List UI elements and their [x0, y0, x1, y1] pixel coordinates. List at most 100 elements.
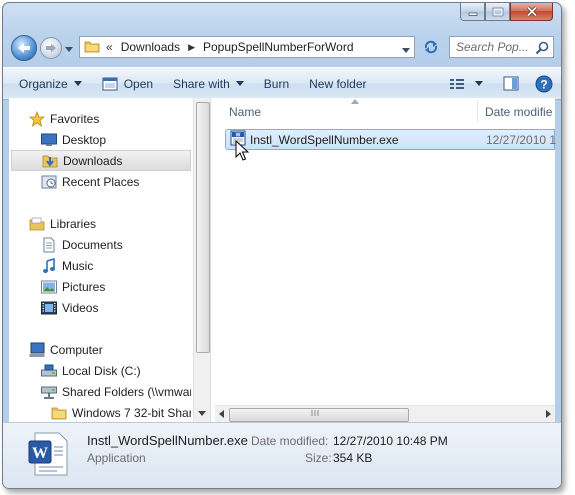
column-date-modified[interactable]: Date modifie — [485, 105, 552, 119]
svg-text:W: W — [32, 445, 48, 462]
star-icon — [29, 110, 45, 127]
close-icon — [526, 6, 537, 17]
burn-label: Burn — [263, 76, 290, 91]
burn-button[interactable]: Burn — [254, 68, 299, 99]
nav-shared-folders-label: Shared Folders (\\vmwar — [62, 384, 191, 399]
refresh-button[interactable] — [419, 36, 443, 58]
change-view-button[interactable] — [449, 77, 483, 91]
music-icon — [41, 257, 57, 274]
breadcrumb-popupspellnumberforword[interactable]: PopupSpellNumberForWord — [203, 40, 354, 54]
file-row[interactable]: W Instl_WordSpellNumber.exe 12/27/2010 1 — [225, 129, 556, 150]
nav-documents-label: Documents — [62, 237, 123, 252]
search-box[interactable] — [449, 36, 554, 58]
pictures-icon — [41, 279, 57, 295]
file-name: Instl_WordSpellNumber.exe — [250, 132, 399, 147]
application-icon — [102, 77, 118, 90]
downloads-folder-icon — [42, 153, 58, 169]
minimize-button[interactable] — [460, 3, 485, 21]
help-icon: ? — [535, 75, 553, 92]
nav-libraries[interactable]: Libraries — [29, 213, 96, 234]
chevron-down-icon — [73, 81, 82, 86]
nav-downloads-label: Downloads — [63, 153, 123, 168]
nav-windows7-share[interactable]: Windows 7 32-bit Share — [51, 402, 191, 422]
breadcrumb-downloads[interactable]: Downloads — [121, 40, 180, 54]
preview-pane-button[interactable] — [503, 76, 519, 91]
overflow-marker[interactable]: « — [106, 40, 113, 54]
nav-computer-label: Computer — [50, 342, 103, 357]
content-area: Favorites Desktop Downloads Recent Place… — [9, 98, 556, 422]
nav-local-disk[interactable]: Local Disk (C:) — [41, 360, 141, 381]
minimize-icon — [468, 12, 477, 16]
details-file-name: Instl_WordSpellNumber.exe — [87, 433, 248, 448]
forward-arrow-icon — [46, 43, 56, 53]
scroll-left-arrow-icon[interactable] — [219, 410, 224, 418]
scroll-down-arrow-icon[interactable] — [198, 411, 206, 416]
close-button[interactable] — [510, 3, 553, 21]
documents-icon — [41, 237, 57, 253]
details-file-type: Application — [87, 451, 146, 465]
videos-icon — [41, 300, 57, 316]
nav-pane-scrollbar[interactable] — [193, 98, 210, 422]
word-installer-large-icon: W — [28, 432, 68, 476]
nav-music-label: Music — [62, 258, 94, 273]
nav-documents[interactable]: Documents — [41, 234, 123, 255]
organize-button[interactable]: Organize — [3, 68, 92, 99]
computer-icon — [29, 342, 45, 358]
recent-pages-button[interactable] — [65, 42, 73, 56]
chevron-down-icon — [235, 81, 244, 86]
nav-videos[interactable]: Videos — [41, 297, 98, 318]
nav-favorites[interactable]: Favorites — [29, 108, 99, 129]
new-folder-button[interactable]: New folder — [299, 68, 376, 99]
address-bar[interactable]: « Downloads ▶ PopupSpellNumberForWord — [79, 36, 415, 58]
nav-recent-places[interactable]: Recent Places — [41, 171, 139, 192]
nav-libraries-label: Libraries — [50, 216, 97, 231]
forward-button[interactable] — [40, 37, 62, 59]
chevron-down-icon — [402, 48, 410, 53]
open-button[interactable]: Open — [92, 68, 163, 99]
disk-drive-icon — [41, 363, 57, 379]
nav-downloads[interactable]: Downloads — [11, 150, 191, 171]
file-list-scrollbar[interactable] — [215, 405, 555, 422]
nav-music[interactable]: Music — [41, 255, 93, 276]
back-button[interactable] — [11, 35, 37, 61]
nav-favorites-label: Favorites — [50, 111, 100, 126]
refresh-icon — [424, 40, 438, 54]
scroll-right-arrow-icon[interactable] — [546, 410, 551, 418]
network-drive-icon — [41, 384, 57, 400]
view-controls: ? — [439, 68, 553, 99]
search-input[interactable] — [456, 40, 534, 54]
search-icon[interactable] — [535, 41, 549, 58]
mouse-cursor-icon — [235, 140, 249, 161]
scroll-grip-icon — [311, 410, 319, 416]
help-button[interactable]: ? — [535, 75, 553, 93]
chevron-down-icon — [475, 81, 483, 86]
details-date-label: Date modified: — [251, 434, 329, 448]
organize-label: Organize — [19, 76, 68, 91]
navigation-pane: Favorites Desktop Downloads Recent Place… — [9, 98, 191, 422]
details-size-value: 354 KB — [333, 451, 373, 465]
column-header: Name Date modifie — [215, 98, 555, 124]
column-divider[interactable] — [477, 100, 478, 122]
caption-buttons — [460, 3, 553, 21]
details-size-label: Size: — [305, 451, 332, 465]
nav-pictures[interactable]: Pictures — [41, 276, 105, 297]
share-with-button[interactable]: Share with — [163, 68, 254, 99]
nav-pane-scroll-thumb[interactable] — [196, 102, 210, 353]
address-dropdown-button[interactable] — [402, 43, 410, 57]
svg-text:?: ? — [540, 77, 547, 91]
details-date-value: 12/27/2010 10:48 PM — [333, 434, 448, 448]
breadcrumb-separator[interactable]: ▶ — [188, 42, 195, 53]
nav-shared-folders[interactable]: Shared Folders (\\vmwar — [41, 381, 191, 402]
nav-desktop[interactable]: Desktop — [41, 129, 106, 150]
navigation-bar: « Downloads ▶ PopupSpellNumberForWord — [9, 33, 555, 63]
nav-desktop-label: Desktop — [62, 132, 107, 147]
chevron-down-icon — [65, 47, 73, 52]
maximize-button[interactable] — [485, 3, 510, 21]
open-label: Open — [123, 76, 154, 91]
libraries-icon — [29, 216, 45, 232]
nav-computer[interactable]: Computer — [29, 339, 103, 360]
maximize-icon — [492, 7, 503, 16]
back-arrow-icon — [18, 43, 30, 53]
nav-local-disk-label: Local Disk (C:) — [62, 363, 141, 378]
column-name[interactable]: Name — [229, 105, 261, 119]
